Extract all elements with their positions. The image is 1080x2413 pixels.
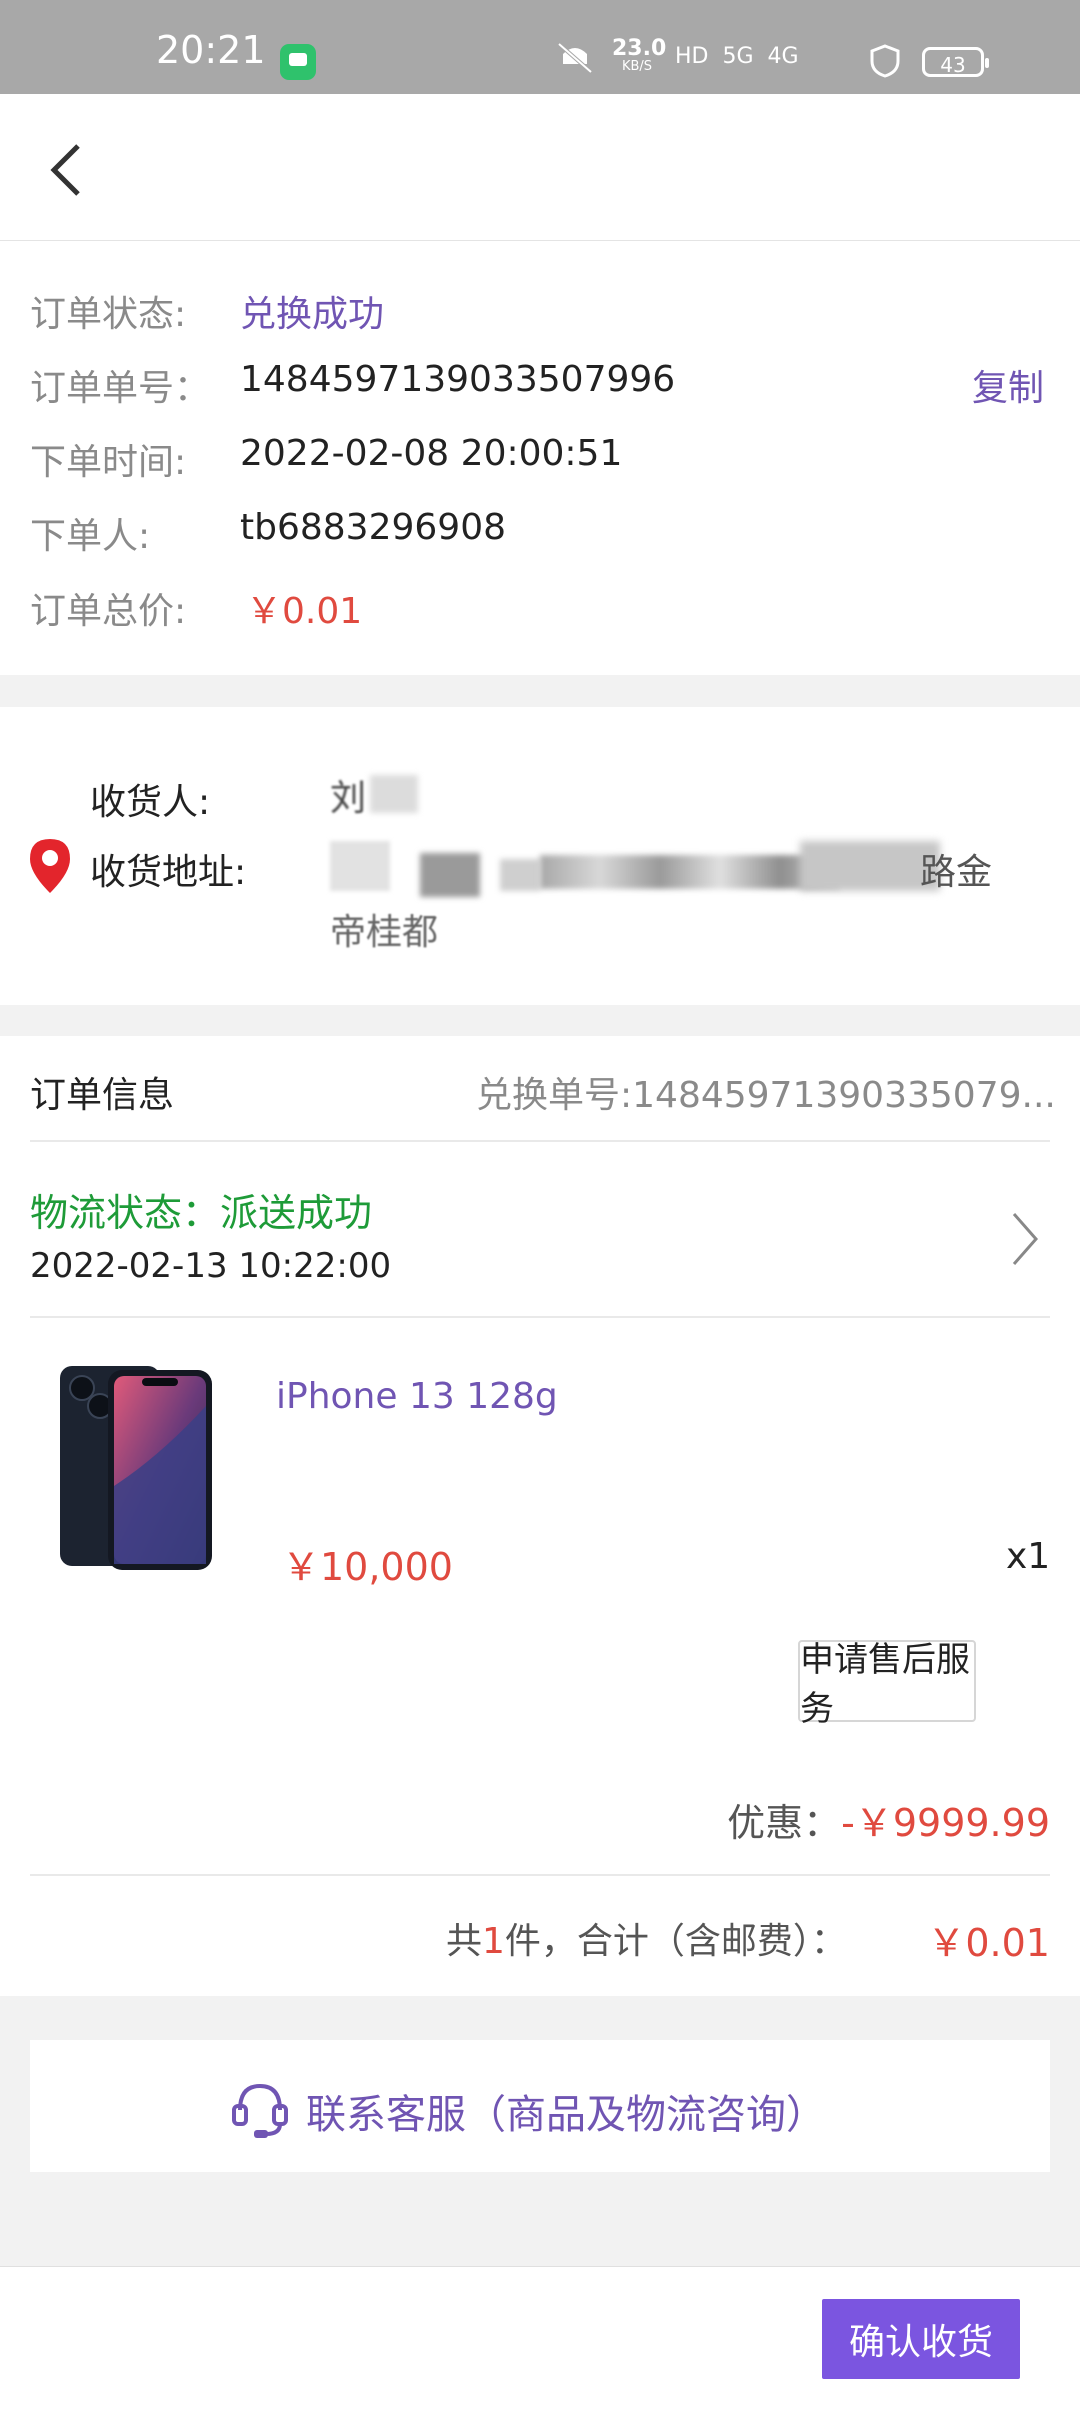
contact-support-label: 联系客服（商品及物流咨询） (306, 2092, 826, 2138)
summary-total: ￥0.01 (927, 1921, 1050, 1965)
summary-count: 1 (482, 1921, 505, 1962)
chat-notification-icon (280, 44, 316, 80)
mosaic-block (540, 855, 840, 889)
mosaic-blur (370, 775, 418, 813)
order-total-value: ￥0.01 (246, 591, 363, 632)
summary-suffix: 件，合计（含邮费）： (504, 1921, 847, 1962)
chevron-right-icon (1012, 1213, 1038, 1265)
headset-icon (232, 2083, 288, 2138)
mosaic-block (420, 853, 480, 897)
order-info-title: 订单信息 (30, 1075, 175, 1116)
buyer-value: tb6883296908 (240, 507, 507, 548)
summary-prefix: 共 (446, 1921, 483, 1962)
product-price: ￥10,000 (282, 1545, 453, 1589)
logistics-time: 2022-02-13 10:22:00 (30, 1246, 392, 1286)
receiver-name: 刘 (330, 769, 430, 819)
order-number-value: 1484597139033507996 (240, 359, 676, 400)
buyer-label: 下单人: (30, 516, 151, 557)
summary-row: 共1件，合计（含邮费）： (446, 1912, 847, 1964)
net-speed: 23.0 KB/S (612, 36, 667, 76)
net-speed-value: 23.0 (612, 36, 667, 61)
order-number-label: 订单单号： (30, 368, 211, 409)
contact-support-button[interactable]: 联系客服（商品及物流咨询） (30, 2040, 1050, 2172)
address-line1-tail: 路金 (920, 852, 993, 893)
divider (30, 1874, 1050, 1876)
confirm-receipt-button[interactable]: 确认收货 (822, 2299, 1020, 2379)
mosaic-block (800, 841, 940, 891)
order-status-value: 兑换成功 (240, 294, 385, 335)
network-icons: HD 5G 4G (675, 44, 799, 69)
logistics-status: 物流状态：派送成功 (30, 1191, 373, 1235)
mute-icon (555, 40, 595, 76)
product-quantity: x1 (1006, 1536, 1051, 1577)
address-line2: 帝桂都 (330, 912, 439, 953)
order-total-label: 订单总价: (30, 591, 187, 632)
mosaic-block (330, 841, 390, 891)
shipping-address: 收货人: 刘 收货地址: 路金 帝桂都 (0, 707, 1080, 1005)
discount-label: 优惠： (727, 1801, 842, 1845)
top-nav (0, 94, 1080, 241)
discount-row: 优惠：-￥9999.99 (727, 1792, 1050, 1847)
location-pin-icon (28, 837, 72, 895)
order-time-label: 下单时间: (30, 442, 187, 483)
order-status-label: 订单状态: (30, 294, 187, 335)
address-label: 收货地址: (90, 852, 247, 893)
order-info: 订单信息 兑换单号:14845971390335079... 物流状态：派送成功… (0, 1036, 1080, 1996)
back-button[interactable] (44, 140, 94, 200)
battery-icon: 43 (922, 47, 989, 77)
bottom-bar: 确认收货 (0, 2266, 1080, 2413)
receiver-label: 收货人: (90, 782, 211, 823)
mosaic-block (500, 859, 540, 891)
logistics-row[interactable]: 物流状态：派送成功 2022-02-13 10:22:00 (0, 1142, 1080, 1352)
order-time-value: 2022-02-08 20:00:51 (240, 433, 623, 474)
divider (30, 1316, 1050, 1318)
product-name[interactable]: iPhone 13 128g (276, 1376, 558, 1417)
product-image[interactable] (50, 1366, 220, 1576)
address-mosaic (330, 833, 940, 901)
exchange-number: 兑换单号:14845971390335079... (476, 1075, 1056, 1116)
status-bar: 20:21 23.0 KB/S HD 5G 4G 43 (0, 0, 1080, 94)
discount-value: -￥9999.99 (841, 1801, 1050, 1845)
receiver-name-text: 刘 (330, 778, 367, 819)
status-time: 20:21 (156, 28, 266, 72)
shield-icon (870, 44, 900, 78)
chevron-left-icon (50, 144, 80, 196)
after-sales-button[interactable]: 申请售后服务 (798, 1640, 976, 1729)
order-details: 订单状态: 兑换成功 订单单号： 1484597139033507996 复制 … (0, 241, 1080, 675)
copy-button[interactable]: 复制 (972, 359, 1044, 411)
